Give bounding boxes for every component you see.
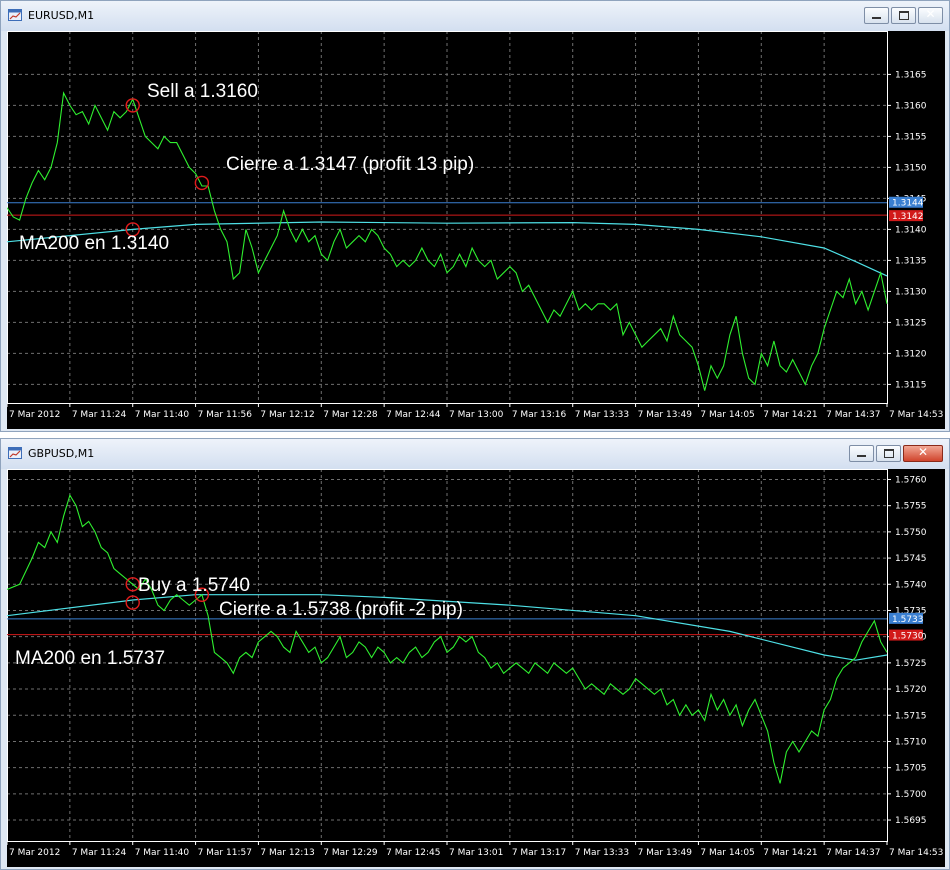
minimize-button[interactable] [849, 445, 874, 462]
window-titlebar[interactable]: GBPUSD,M1 ✕ [1, 439, 949, 469]
time-axis-label: 7 Mar 13:49 [638, 410, 693, 420]
chart-window-eurusd[interactable]: EURUSD,M1 ✕ 7 Mar 2012 7 Mar 11:24 7 Mar 1… [0, 0, 950, 432]
price-axis-label: 1.5760 [895, 475, 927, 485]
minimize-icon [872, 17, 881, 19]
time-axis-label: 7 Mar 13:33 [575, 848, 629, 858]
price-axis-label: 1.5725 [895, 659, 927, 669]
chart-annotation: MA200 en 1.5737 [15, 648, 165, 669]
time-axis-label: 7 Mar 12:12 [260, 410, 314, 420]
price-axis-label: 1.5750 [895, 528, 927, 538]
chart-annotation: Buy a 1.5740 [138, 575, 250, 596]
close-icon: ✕ [925, 7, 936, 21]
maximize-button[interactable] [891, 7, 916, 24]
time-axis-label: 7 Mar 14:05 [700, 410, 754, 420]
window-title: EURUSD,M1 [28, 9, 95, 22]
price-axis-label: 1.3125 [895, 318, 927, 328]
price-axis-label: 1.3165 [895, 70, 927, 80]
close-icon: ✕ [917, 445, 929, 459]
price-axis-label: 1.5720 [895, 685, 927, 695]
price-axis-label: 1.3140 [895, 225, 927, 235]
price-axis-label: 1.3160 [895, 101, 927, 111]
price-axis-label: 1.5715 [895, 711, 927, 721]
time-axis-label: 7 Mar 14:21 [763, 848, 817, 858]
time-axis-label: 7 Mar 13:16 [512, 410, 567, 420]
price-axis-label: 1.5705 [895, 764, 927, 774]
bid-price-label: 1.5730 [892, 632, 924, 642]
time-axis-label: 7 Mar 14:21 [763, 410, 817, 420]
price-axis-label: 1.3155 [895, 132, 927, 142]
time-axis-label: 7 Mar 13:17 [512, 848, 566, 858]
time-axis-label: 7 Mar 13:00 [449, 410, 504, 420]
time-axis-label: 7 Mar 12:45 [386, 848, 440, 858]
price-chart-gbpusd[interactable]: 7 Mar 2012 7 Mar 11:24 7 Mar 11:40 7 Mar 11… [7, 469, 945, 867]
minimize-button[interactable] [864, 7, 889, 24]
chart-window-icon [8, 9, 22, 21]
time-axis-label: 7 Mar 13:01 [449, 848, 503, 858]
price-axis-label: 1.5710 [895, 737, 927, 747]
close-button[interactable]: ✕ [918, 7, 943, 24]
time-axis-label: 7 Mar 2012 [9, 848, 60, 858]
time-axis-label: 7 Mar 12:44 [386, 410, 441, 420]
price-axis-label: 1.3135 [895, 256, 927, 266]
time-axis-label: 7 Mar 11:40 [135, 848, 190, 858]
minimize-icon [857, 455, 866, 457]
chart-window-gbpusd[interactable]: GBPUSD,M1 ✕ 7 Mar 2012 7 Mar 11:24 7 Mar 1… [0, 438, 950, 870]
time-axis-label: 7 Mar 11:24 [72, 410, 127, 420]
time-axis-label: 7 Mar 13:33 [575, 410, 629, 420]
time-axis-label: 7 Mar 14:05 [700, 848, 754, 858]
maximize-button[interactable] [876, 445, 901, 462]
chart-annotation: Cierre a 1.3147 (profit 13 pip) [226, 154, 474, 175]
window-titlebar[interactable]: EURUSD,M1 ✕ [1, 1, 949, 31]
bid-price-label: 1.3142 [892, 212, 924, 222]
time-axis-label: 7 Mar 14:37 [826, 410, 880, 420]
price-axis-label: 1.5755 [895, 502, 927, 512]
price-chart-eurusd[interactable]: 7 Mar 2012 7 Mar 11:24 7 Mar 11:40 7 Mar 11… [7, 31, 945, 429]
time-axis-label: 7 Mar 11:24 [72, 848, 127, 858]
price-axis-label: 1.3115 [895, 380, 927, 390]
price-axis-label: 1.5745 [895, 554, 927, 564]
chart-annotation: Cierre a 1.5738 (profit -2 pip) [219, 599, 463, 620]
price-axis-label: 1.5700 [895, 790, 927, 800]
maximize-icon [884, 449, 894, 458]
chart-window-icon [8, 447, 22, 459]
time-axis-label: 7 Mar 14:53 [889, 410, 943, 420]
time-axis-label: 7 Mar 11:57 [198, 848, 252, 858]
price-axis-label: 1.3120 [895, 349, 927, 359]
price-axis-label: 1.3130 [895, 287, 927, 297]
price-axis-label: 1.5740 [895, 580, 927, 590]
ask-price-label: 1.5733 [892, 615, 924, 625]
time-axis-label: 7 Mar 12:28 [323, 410, 378, 420]
time-axis-label: 7 Mar 2012 [9, 410, 60, 420]
ask-price-label: 1.3144 [892, 199, 924, 209]
time-axis-label: 7 Mar 13:49 [638, 848, 693, 858]
time-axis-label: 7 Mar 14:53 [889, 848, 943, 858]
time-axis-label: 7 Mar 12:13 [260, 848, 314, 858]
time-axis-label: 7 Mar 11:40 [135, 410, 190, 420]
window-title: GBPUSD,M1 [28, 447, 95, 460]
chart-annotation: MA200 en 1.3140 [19, 233, 169, 254]
time-axis-label: 7 Mar 12:29 [323, 848, 378, 858]
maximize-icon [899, 11, 909, 20]
close-button[interactable]: ✕ [903, 445, 943, 462]
chart-annotation: Sell a 1.3160 [147, 81, 258, 102]
price-axis-label: 1.3150 [895, 163, 927, 173]
time-axis-label: 7 Mar 14:37 [826, 848, 880, 858]
time-axis-label: 7 Mar 11:56 [198, 410, 253, 420]
price-axis-label: 1.5695 [895, 816, 927, 826]
